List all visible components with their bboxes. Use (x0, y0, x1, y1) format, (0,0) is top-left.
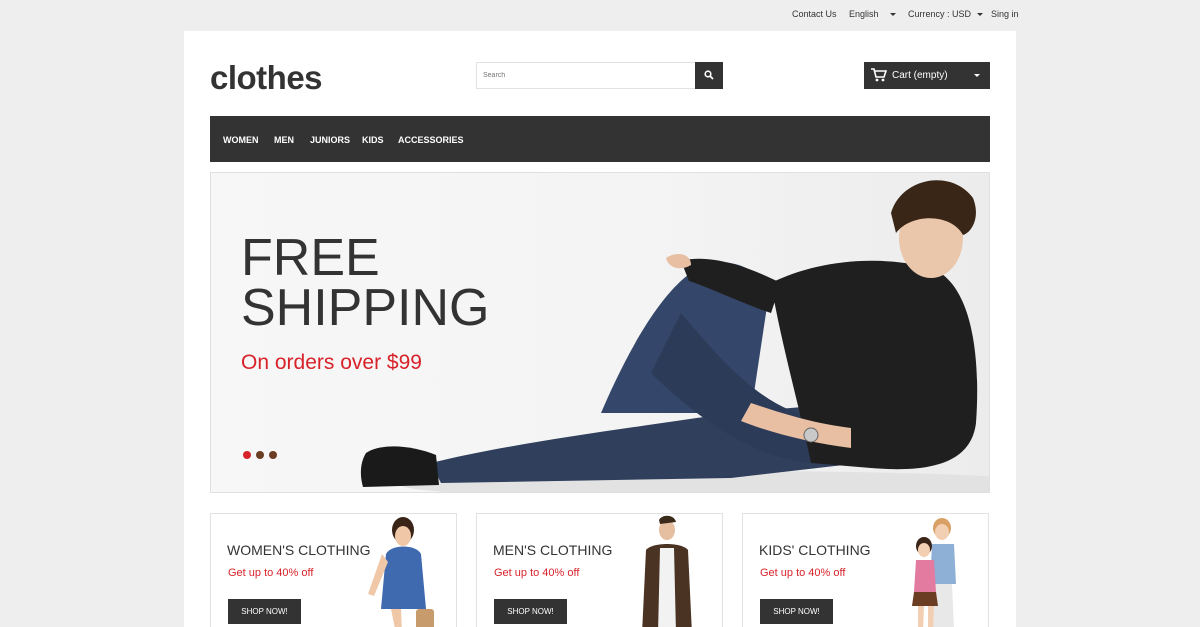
slider-pagination (243, 446, 282, 464)
promo-discount: Get up to 40% off (760, 567, 846, 579)
currency-label: Currency : USD (908, 9, 972, 19)
top-bar: Contact Us English Currency : USD Sing i… (0, 0, 1200, 30)
contact-us-link[interactable]: Contact Us (792, 9, 837, 19)
cart-icon (871, 68, 887, 82)
search-input[interactable] (477, 63, 695, 88)
cart-label: Cart (empty) (892, 70, 948, 81)
nav-item-accessories[interactable]: ACCESSORIES (398, 135, 464, 145)
shop-now-button[interactable]: SHOP NOW! (228, 599, 301, 624)
nav-item-kids[interactable]: KIDS (362, 135, 384, 145)
chevron-down-icon (889, 13, 896, 17)
currency-selector[interactable]: Currency : USD (908, 9, 984, 19)
promo-title: KIDS' CLOTHING (759, 542, 871, 558)
nav-item-juniors[interactable]: JUNIORS (310, 135, 350, 145)
banner-headline-line1: FREE (241, 229, 380, 287)
promo-men-image (642, 515, 692, 627)
site-logo[interactable]: clothes (210, 59, 323, 97)
shop-now-button[interactable]: SHOP NOW! (760, 599, 833, 624)
banner-subtitle: On orders over $99 (241, 351, 422, 374)
page-container: clothes Cart (empty) WOMEN MEN JUNIORS K… (184, 31, 1016, 627)
chevron-down-icon (974, 74, 980, 77)
search-icon (704, 70, 714, 80)
banner-headline: FREE SHIPPING (241, 229, 490, 337)
promo-title: WOMEN'S CLOTHING (227, 542, 371, 558)
hero-banner[interactable]: FREE SHIPPING On orders over $99 (210, 172, 990, 493)
slider-dot[interactable] (269, 451, 277, 459)
shop-now-button[interactable]: SHOP NOW! (494, 599, 567, 624)
promo-discount: Get up to 40% off (228, 567, 314, 579)
promo-men[interactable]: MEN'S CLOTHING Get up to 40% off SHOP NO… (476, 513, 723, 627)
slider-dot[interactable] (243, 451, 251, 459)
language-label: English (849, 9, 879, 19)
slider-dot[interactable] (256, 451, 264, 459)
cart-button[interactable]: Cart (empty) (864, 62, 990, 89)
search-button[interactable] (695, 62, 723, 89)
language-selector[interactable]: English (849, 9, 896, 19)
chevron-down-icon (977, 13, 984, 17)
search-box (476, 62, 723, 89)
promo-discount: Get up to 40% off (494, 567, 580, 579)
main-nav: WOMEN MEN JUNIORS KIDS ACCESSORIES (210, 116, 990, 162)
sign-in-link[interactable]: Sing in (991, 9, 1019, 19)
nav-item-men[interactable]: MEN (274, 135, 294, 145)
promo-women-image (368, 517, 434, 627)
promo-title: MEN'S CLOTHING (493, 542, 613, 558)
nav-item-women[interactable]: WOMEN (223, 135, 259, 145)
promo-kids[interactable]: KIDS' CLOTHING Get up to 40% off SHOP NO… (742, 513, 989, 627)
banner-headline-line2: SHIPPING (241, 279, 490, 337)
promo-women[interactable]: WOMEN'S CLOTHING Get up to 40% off SHOP … (210, 513, 457, 627)
promo-kids-image (912, 518, 956, 627)
